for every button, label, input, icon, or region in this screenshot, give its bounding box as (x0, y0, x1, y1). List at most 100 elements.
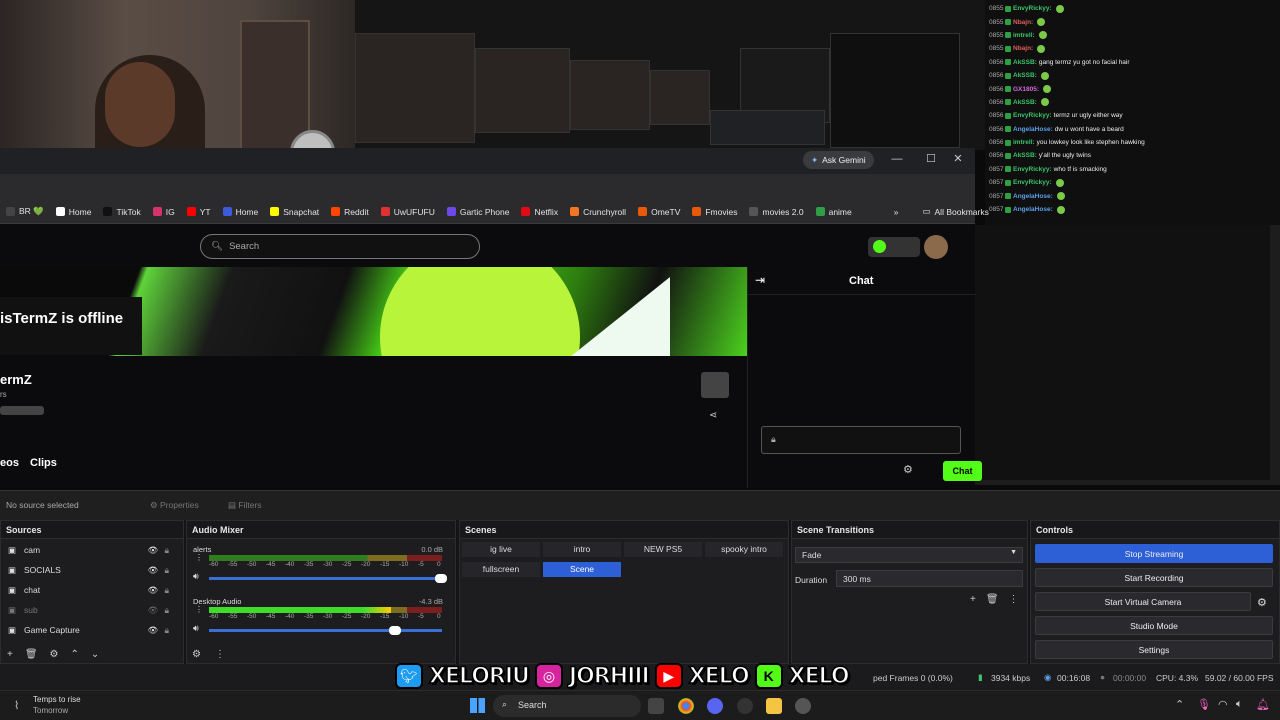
avatar[interactable] (924, 235, 948, 259)
bookmark-item[interactable]: Gartic Phone (441, 207, 516, 217)
bookmark-item[interactable]: YT (181, 207, 217, 217)
bookmark-item[interactable]: Crunchyroll (564, 207, 632, 217)
taskbar-search[interactable]: ⌕ Search (493, 695, 641, 717)
search-input[interactable]: 🔍︎ Search (200, 234, 480, 259)
trash-icon[interactable]: 🗑︎ (25, 649, 38, 660)
volume-icon[interactable]: 🔈︎ (1236, 698, 1243, 711)
source-item[interactable]: ▣ chat 👁︎ 🔒︎ (1, 580, 183, 600)
lock-icon[interactable]: 🔒︎ (164, 605, 169, 616)
lock-icon[interactable]: 🔒︎ (164, 545, 169, 556)
scene-item[interactable]: spooky intro (705, 542, 783, 557)
source-item[interactable]: ▣ Game Capture 👁︎ 🔒︎ (1, 620, 183, 640)
mixer-menu-icon[interactable]: ⋮ (215, 649, 225, 660)
folder-icon[interactable] (766, 698, 782, 714)
scene-item[interactable]: Scene (543, 562, 621, 577)
minimize-button[interactable]: — (886, 153, 908, 165)
scene-item[interactable]: intro (543, 542, 621, 557)
control-button[interactable]: Stop Streaming (1035, 544, 1273, 563)
volume-icon[interactable]: 🔊︎ (193, 571, 199, 582)
transition-menu-icon[interactable]: ⋮ (1009, 594, 1019, 605)
chat-settings-icon[interactable]: ⚙ (903, 463, 913, 476)
notification-icon[interactable]: 🔔︎ (1256, 698, 1270, 711)
kick-logo-button[interactable] (868, 237, 920, 257)
wifi-icon[interactable]: ◠ (1218, 698, 1228, 711)
ask-gemini-button[interactable]: ✦ Ask Gemini (803, 151, 874, 169)
properties-button[interactable]: ⚙ Properties (150, 500, 199, 511)
gear-icon[interactable]: ⚙ (50, 649, 59, 660)
source-item[interactable]: ▣ sub 👁︎ 🔒︎ (1, 600, 183, 620)
bookmarks-overflow-icon[interactable]: » (888, 207, 905, 217)
slider-handle[interactable] (435, 574, 447, 583)
windows-start-icon[interactable] (470, 698, 485, 713)
volume-icon[interactable]: 🔊︎ (193, 623, 199, 634)
bookmark-item[interactable]: IG (147, 207, 181, 217)
bookmark-item[interactable]: Snapchat (264, 207, 325, 217)
remove-transition-icon[interactable]: 🗑︎ (986, 594, 999, 605)
down-icon[interactable]: ⌄ (91, 649, 99, 660)
volume-slider[interactable] (209, 626, 442, 635)
bookmark-item[interactable]: Home (217, 207, 265, 217)
eye-icon[interactable]: 👁︎ (148, 625, 159, 636)
menu-dots-icon[interactable]: ⋮ (195, 605, 203, 614)
app-icon[interactable] (737, 698, 753, 714)
menu-dots-icon[interactable]: ⋮ (195, 553, 203, 562)
source-item[interactable]: ▣ SOCIALS 👁︎ 🔒︎ (1, 560, 183, 580)
obs-icon[interactable] (795, 698, 811, 714)
bookmark-item[interactable]: UwUFUFU (375, 207, 441, 217)
control-button[interactable]: Studio Mode (1035, 616, 1273, 635)
bookmark-item[interactable]: OmeTV (632, 207, 686, 217)
close-button[interactable]: ✕ (947, 152, 969, 165)
address-bar[interactable]: ☆ ● ❖ ▣ ✚ ▭ ⤓ ◉ ⋮ (0, 174, 975, 217)
tab-videos[interactable]: eos (0, 457, 19, 469)
mic-icon[interactable]: 🎙︎ (1197, 698, 1211, 711)
lock-icon[interactable]: 🔒︎ (164, 625, 169, 636)
discord-icon[interactable] (707, 698, 723, 714)
eye-off-icon[interactable]: 👁︎ (148, 605, 159, 616)
bookmark-item[interactable]: Netflix (515, 207, 564, 217)
collapse-chat-icon[interactable]: ⇥ (755, 273, 765, 287)
weather-title[interactable]: Temps to rise (33, 695, 81, 704)
tray-chevron-icon[interactable]: ⌃ (1175, 698, 1184, 711)
weather-icon[interactable]: ⌇ (14, 699, 19, 712)
app-icon[interactable] (648, 698, 664, 714)
bookmark-item[interactable]: BR 💚 (0, 206, 50, 217)
share-icon[interactable]: ⋖ (709, 410, 717, 421)
duration-input[interactable]: 300 ms (836, 570, 1023, 587)
chat-input[interactable]: 🔒︎ (761, 426, 961, 454)
add-icon[interactable]: + (7, 649, 13, 660)
lock-icon[interactable]: 🔒︎ (164, 585, 169, 596)
eye-icon[interactable]: 👁︎ (148, 565, 159, 576)
up-icon[interactable]: ⌃ (71, 649, 79, 660)
control-button[interactable]: Start Recording (1035, 568, 1273, 587)
volume-slider[interactable] (209, 574, 447, 583)
bookmark-item[interactable]: TikTok (97, 207, 146, 217)
control-button[interactable]: Start Virtual Camera (1035, 592, 1251, 611)
control-button[interactable]: Settings (1035, 640, 1273, 659)
chrome-icon[interactable] (678, 698, 694, 714)
maximize-button[interactable]: ☐ (920, 152, 942, 165)
virtual-camera-settings-icon[interactable]: ⚙ (1257, 596, 1267, 609)
chat-send-button[interactable]: Chat (943, 461, 982, 481)
bookmark-item[interactable]: Reddit (325, 207, 375, 217)
mixer-settings-icon[interactable]: ⚙ (192, 649, 201, 660)
bookmark-item[interactable]: Home (50, 207, 98, 217)
slider-handle[interactable] (389, 626, 401, 635)
scene-item[interactable]: ig live (462, 542, 540, 557)
add-transition-icon[interactable]: + (970, 594, 976, 605)
rec-icon: ● (1100, 672, 1106, 682)
lock-icon[interactable]: 🔒︎ (164, 565, 169, 576)
tab-clips[interactable]: Clips (30, 457, 57, 469)
bookmark-item[interactable]: anime (810, 207, 858, 217)
filters-button[interactable]: ▤ Filters (228, 500, 262, 511)
follow-placeholder[interactable] (701, 372, 729, 398)
bookmark-item[interactable]: movies 2.0 (743, 207, 809, 217)
bookmark-item[interactable]: Fmovies (686, 207, 743, 217)
transition-select[interactable]: Fade ▼ (795, 547, 1023, 563)
eye-icon[interactable]: 👁︎ (148, 545, 159, 556)
all-bookmarks[interactable]: ▭ All Bookmarks (916, 206, 994, 217)
scene-item[interactable]: fullscreen (462, 562, 540, 577)
eye-icon[interactable]: 👁︎ (148, 585, 159, 596)
source-item[interactable]: ▣ cam 👁︎ 🔒︎ (1, 540, 183, 560)
channel-name[interactable]: ermZ (0, 372, 32, 387)
scene-item[interactable]: NEW PS5 (624, 542, 702, 557)
